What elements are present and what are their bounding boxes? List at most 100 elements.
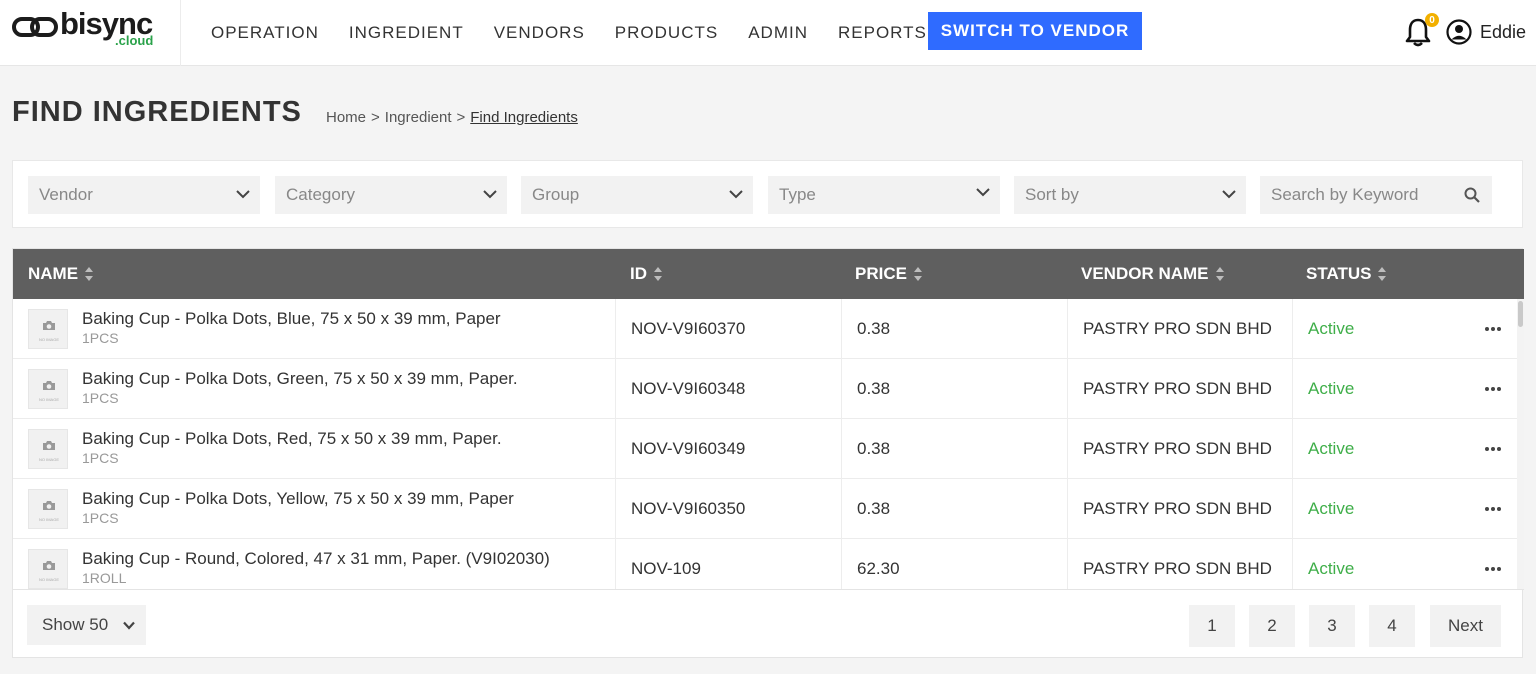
ingredient-id: NOV-V9I60349 [615,419,841,479]
column-header-label: NAME [28,264,79,283]
ingredient-unit: 1PCS [82,450,119,466]
breadcrumb-home[interactable]: Home [326,109,366,126]
ingredient-price: 0.38 [841,359,1067,419]
sort-icon [654,267,662,281]
more-options-icon[interactable] [1483,561,1503,577]
more-options-icon[interactable] [1483,321,1503,337]
table-row[interactable]: NO IMAGE Baking Cup - Polka Dots, Green,… [13,359,1517,419]
ingredient-id: NOV-109 [615,539,841,589]
vendor-select[interactable]: Vendor [28,176,260,214]
no-image-label: NO IMAGE [38,337,59,342]
ingredient-price: 62.30 [841,539,1067,589]
page-1-button[interactable]: 1 [1189,605,1235,647]
page-title: FIND INGREDIENTS [12,96,302,128]
ingredient-id: NOV-V9I60370 [615,299,841,359]
sort-icon [1378,267,1387,281]
nav-vendors[interactable]: VENDORS [494,23,585,43]
no-image-label: NO IMAGE [38,397,59,402]
sort-icon [913,267,922,281]
column-header-name[interactable]: NAME [28,249,94,299]
no-image-thumbnail: NO IMAGE [28,489,68,529]
vendor-name: PASTRY PRO SDN BHD [1067,419,1292,479]
no-image-label: NO IMAGE [38,517,59,522]
sort-icon [1215,267,1224,281]
chevron-down-icon [1222,190,1236,199]
table-row[interactable]: NO IMAGE Baking Cup - Round, Colored, 47… [13,539,1517,589]
scrollbar-thumb[interactable] [1518,301,1523,327]
column-header-price[interactable]: PRICE [855,249,923,299]
ingredient-unit: 1ROLL [82,570,127,586]
ingredient-id: NOV-V9I60348 [615,359,841,419]
column-header-id[interactable]: ID [630,249,663,299]
ingredient-name[interactable]: Baking Cup - Polka Dots, Yellow, 75 x 50… [82,489,514,509]
page-4-button[interactable]: 4 [1369,605,1415,647]
top-navbar: bisync .cloud OPERATION INGREDIENT VENDO… [0,0,1536,66]
category-select[interactable]: Category [275,176,507,214]
search-input[interactable]: Search by Keyword [1260,176,1492,214]
ingredient-name[interactable]: Baking Cup - Round, Colored, 47 x 31 mm,… [82,549,550,569]
category-select-label: Category [286,185,355,204]
search-icon[interactable] [1464,187,1480,203]
table-body: NO IMAGE Baking Cup - Polka Dots, Blue, … [13,299,1517,589]
table-row[interactable]: NO IMAGE Baking Cup - Polka Dots, Red, 7… [13,419,1517,479]
sort-by-select-label: Sort by [1025,185,1079,204]
status-active: Active [1292,539,1472,589]
nav-reports[interactable]: REPORTS [838,23,927,43]
ingredient-unit: 1PCS [82,390,119,406]
no-image-thumbnail: NO IMAGE [28,429,68,469]
chevron-down-icon [236,190,250,199]
column-header-vendor-name[interactable]: VENDOR NAME [1081,249,1225,299]
type-select-label: Type [779,185,816,204]
more-options-icon[interactable] [1483,381,1503,397]
ingredient-unit: 1PCS [82,510,119,526]
status-active: Active [1292,479,1472,539]
no-image-thumbnail: NO IMAGE [28,549,68,589]
table-row[interactable]: NO IMAGE Baking Cup - Polka Dots, Blue, … [13,299,1517,359]
main-nav: OPERATION INGREDIENT VENDORS PRODUCTS AD… [196,0,942,66]
no-image-label: NO IMAGE [38,577,59,582]
table-scrollbar[interactable] [1517,299,1524,589]
breadcrumb-current[interactable]: Find Ingredients [470,109,578,126]
more-options-icon[interactable] [1483,441,1503,457]
ingredient-price: 0.38 [841,479,1067,539]
ingredient-id: NOV-V9I60350 [615,479,841,539]
user-avatar-icon[interactable] [1446,19,1472,45]
filter-bar: Vendor Category Group Type Sort by Searc… [12,160,1523,228]
table-row[interactable]: NO IMAGE Baking Cup - Polka Dots, Yellow… [13,479,1517,539]
camera-icon [43,381,55,390]
more-options-icon[interactable] [1483,501,1503,517]
nav-ingredient[interactable]: INGREDIENT [349,23,464,43]
nav-products[interactable]: PRODUCTS [615,23,718,43]
status-active: Active [1292,419,1472,479]
chevron-down-icon [123,621,135,630]
switch-to-vendor-button[interactable]: SWITCH TO VENDOR [928,12,1142,50]
vendor-select-label: Vendor [39,185,93,204]
chevron-down-icon [483,190,497,199]
search-placeholder: Search by Keyword [1271,185,1419,204]
nav-admin[interactable]: ADMIN [748,23,808,43]
ingredients-table: NAME ID PRICE VENDOR NAME STATUS NO IMAG… [12,248,1524,658]
group-select[interactable]: Group [521,176,753,214]
next-page-button[interactable]: Next [1430,605,1501,647]
logo-subtext: .cloud [115,33,154,48]
page-3-button[interactable]: 3 [1309,605,1355,647]
ingredient-name[interactable]: Baking Cup - Polka Dots, Blue, 75 x 50 x… [82,309,501,329]
page-2-button[interactable]: 2 [1249,605,1295,647]
ingredient-name[interactable]: Baking Cup - Polka Dots, Green, 75 x 50 … [82,369,518,389]
ingredient-price: 0.38 [841,299,1067,359]
no-image-label: NO IMAGE [38,457,59,462]
no-image-thumbnail: NO IMAGE [28,369,68,409]
nav-operation[interactable]: OPERATION [211,23,319,43]
sort-by-select[interactable]: Sort by [1014,176,1246,214]
breadcrumb-separator: > [456,109,466,126]
type-select[interactable]: Type [768,176,1000,214]
vendor-name: PASTRY PRO SDN BHD [1067,299,1292,359]
ingredient-name[interactable]: Baking Cup - Polka Dots, Red, 75 x 50 x … [82,429,502,449]
breadcrumb-ingredient[interactable]: Ingredient [385,109,452,126]
logo-chain-icon [12,17,58,37]
page-size-select[interactable]: Show 50 [27,605,146,645]
column-header-label: ID [630,264,647,283]
column-header-label: PRICE [855,264,907,283]
user-name[interactable]: Eddie [1480,22,1526,43]
column-header-status[interactable]: STATUS [1306,249,1387,299]
